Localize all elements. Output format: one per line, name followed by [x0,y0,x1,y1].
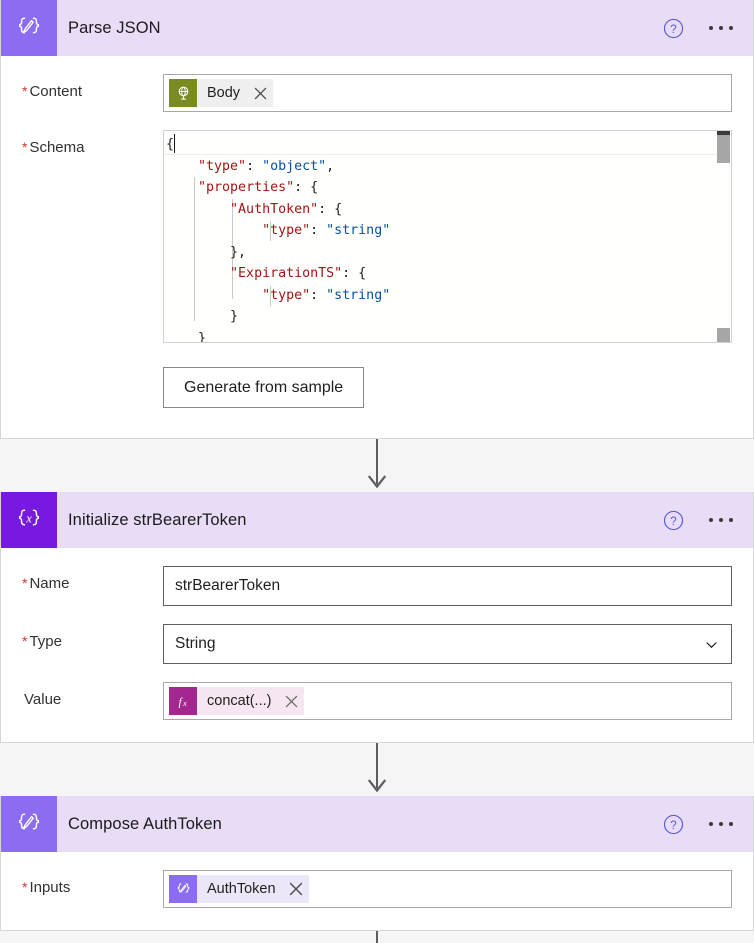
card-body: * Content Body * Schema {"type": "objec… [1,56,753,438]
close-icon[interactable] [283,875,309,903]
text-caret [174,134,175,153]
required-asterisk: * [22,139,28,155]
card-header[interactable]: Compose AuthToken ? [1,796,753,852]
token-label: AuthToken [207,881,276,897]
name-input[interactable]: strBearerToken [163,566,732,606]
name-label: * Name [22,575,70,592]
card-title: Parse JSON [68,18,161,37]
name-field[interactable]: strBearerToken [163,566,732,606]
inputs-input[interactable]: AuthToken [163,870,732,908]
more-commands-button[interactable] [707,20,735,36]
type-selected-value: String [175,635,216,652]
card-title: Initialize strBearerToken [68,510,247,529]
arrow-down-icon [367,743,387,793]
card-header-actions: ? [663,510,753,531]
field-row-content: * Content Body [1,56,732,112]
name-input-value: strBearerToken [175,577,281,594]
card-title: Compose AuthToken [68,814,222,833]
help-icon[interactable]: ? [663,510,684,531]
svg-text:?: ? [670,820,676,832]
action-card-parse-json[interactable]: Parse JSON ? * Content Body * Schema {"… [0,0,754,439]
required-asterisk: * [22,879,28,895]
field-row-value: Value f x concat(...) [1,664,732,742]
close-icon[interactable] [278,687,304,715]
card-header[interactable]: Parse JSON ? [1,0,753,56]
connector-initialize-to-compose [0,743,754,796]
required-asterisk: * [22,633,28,649]
card-body: * Inputs AuthToken [1,852,753,930]
more-commands-button[interactable] [707,512,735,528]
svg-text:x: x [182,698,187,708]
card-body: * Name strBearerToken * Type String Valu… [1,548,753,742]
value-input[interactable]: f x concat(...) [163,682,732,720]
required-asterisk: * [22,575,28,591]
connector-parse-to-initialize [0,439,754,492]
connector-stub-below-compose [0,931,754,943]
value-label: Value [24,691,62,708]
token-label: Body [207,85,241,101]
svg-text:?: ? [670,516,676,528]
parse-json-icon [1,0,57,56]
type-dropdown[interactable]: String [163,624,732,664]
field-row-schema: * Schema { "type": "object", "properties"… [1,112,732,438]
schema-code-text[interactable]: { "type": "object", "properties": { "Aut… [164,131,731,342]
schema-code-editor[interactable]: { "type": "object", "properties": { "Aut… [163,130,732,343]
token-chip-authtoken[interactable]: AuthToken [169,875,309,903]
more-commands-button[interactable] [707,816,735,832]
content-input[interactable]: Body [163,74,732,112]
http-globe-icon [169,79,197,107]
chevron-down-icon[interactable] [704,637,719,652]
field-row-type: * Type String [1,606,732,664]
help-icon[interactable]: ? [663,814,684,835]
svg-text:x: x [25,512,32,526]
card-header-actions: ? [663,18,753,39]
expression-fx-icon: f x [169,687,197,715]
arrow-down-icon [367,439,387,489]
value-field[interactable]: f x concat(...) [163,682,732,720]
action-card-compose[interactable]: Compose AuthToken ? * Inputs AuthToken [0,796,754,931]
parse-json-icon [169,875,197,903]
schema-label: * Schema [22,139,85,156]
help-icon[interactable]: ? [663,18,684,39]
field-row-inputs: * Inputs AuthToken [1,852,732,930]
schema-field[interactable]: { "type": "object", "properties": { "Aut… [163,130,732,438]
token-chip-concat[interactable]: f x concat(...) [169,687,305,715]
type-field[interactable]: String [163,624,732,664]
content-field[interactable]: Body [163,74,732,112]
flow-canvas: Parse JSON ? * Content Body * Schema {"… [0,0,754,943]
card-header[interactable]: x Initialize strBearerToken ? [1,492,753,548]
close-icon[interactable] [247,79,273,107]
field-row-name: * Name strBearerToken [1,548,732,606]
token-chip-body[interactable]: Body [169,79,274,107]
action-card-initialize-variable[interactable]: x Initialize strBearerToken ? * Name str… [0,492,754,743]
inputs-field[interactable]: AuthToken [163,870,732,908]
type-label: * Type [22,633,62,650]
initialize-variable-icon: x [1,492,57,548]
inputs-label: * Inputs [22,879,71,896]
generate-from-sample-button[interactable]: Generate from sample [163,367,365,408]
card-header-actions: ? [663,814,753,835]
required-asterisk: * [22,83,28,99]
svg-text:?: ? [670,24,676,36]
token-label: concat(...) [207,693,272,709]
compose-icon [1,796,57,852]
content-label: * Content [22,83,82,100]
